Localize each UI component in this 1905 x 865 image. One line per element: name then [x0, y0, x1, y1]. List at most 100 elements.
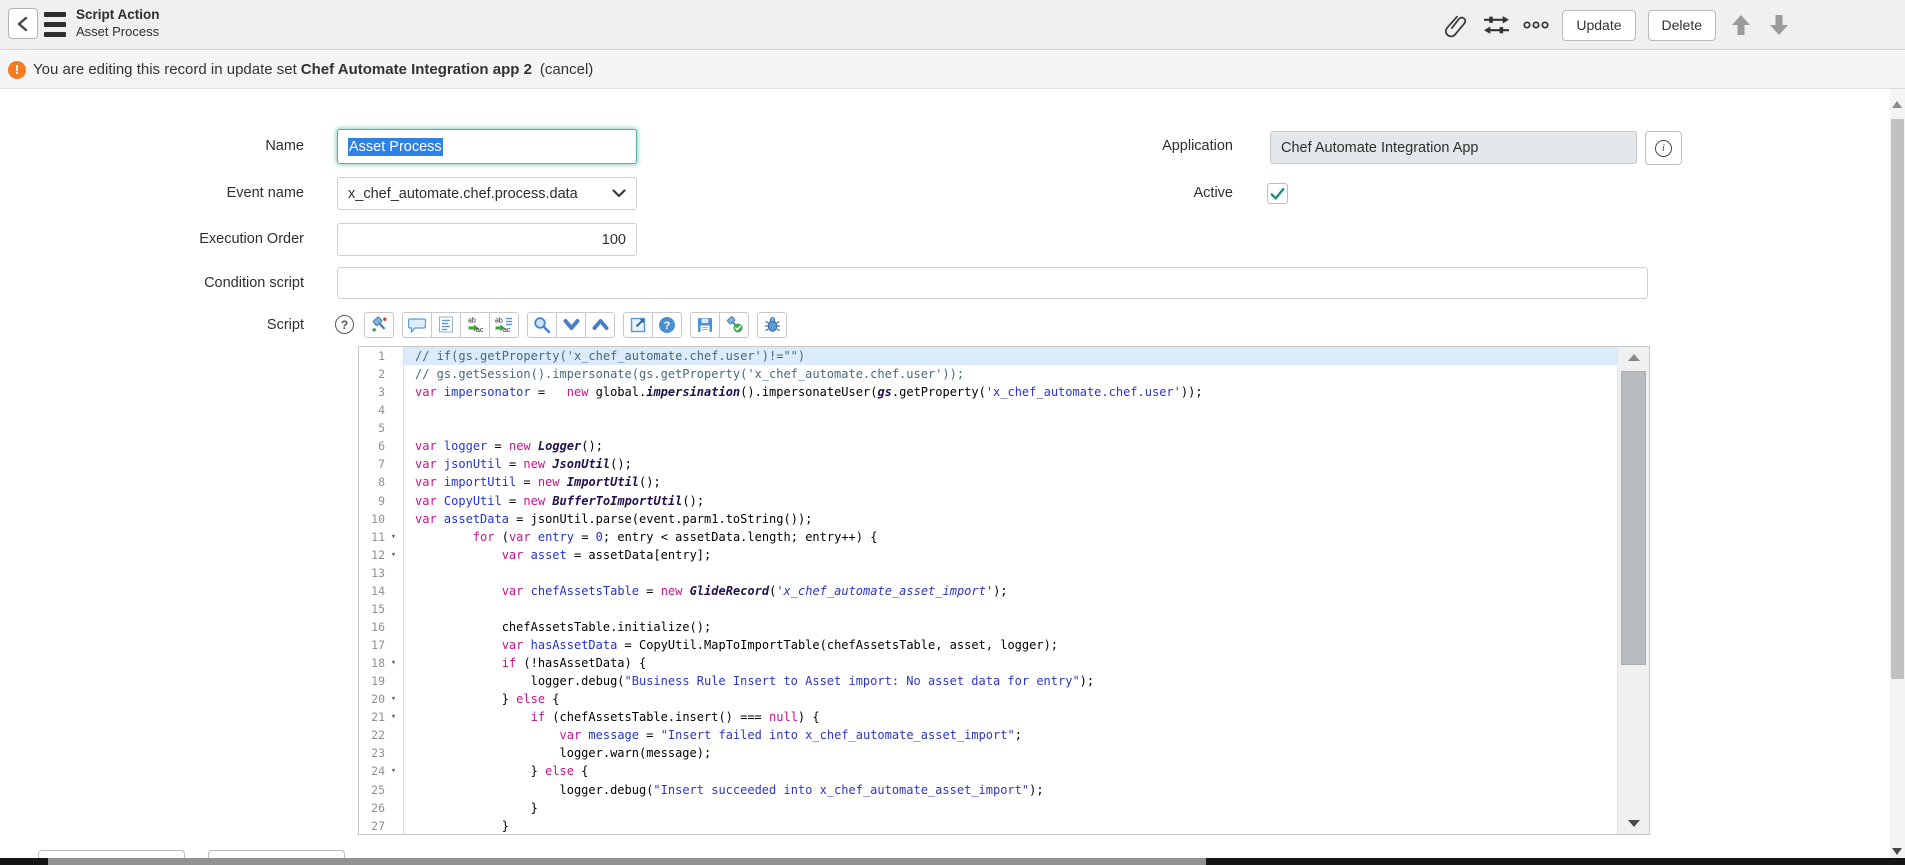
previous-record-button[interactable]: [1728, 9, 1754, 41]
code-line-text[interactable]: } else {: [404, 762, 1649, 780]
editor-scrollbar[interactable]: [1617, 347, 1649, 834]
fold-toggle-icon[interactable]: ▾: [385, 690, 402, 708]
help-icon[interactable]: ?: [335, 315, 354, 334]
code-line-text[interactable]: var jsonUtil = new JsonUtil();: [404, 455, 1649, 473]
code-line[interactable]: 25 logger.debug("Insert succeeded into x…: [359, 781, 1649, 799]
code-line-text[interactable]: var hasAssetData = CopyUtil.MapToImportT…: [404, 636, 1649, 654]
bottom-horizontal-scrollbar[interactable]: [48, 858, 1206, 865]
code-line-text[interactable]: var message = "Insert failed into x_chef…: [404, 726, 1649, 744]
debug-button[interactable]: [757, 312, 787, 338]
find-previous-button[interactable]: [585, 312, 615, 338]
format-code-button[interactable]: [431, 312, 461, 338]
code-line-text[interactable]: chefAssetsTable.initialize();: [404, 618, 1649, 636]
code-line-text[interactable]: // gs.getSession().impersonate(gs.getPro…: [404, 365, 1649, 383]
code-line[interactable]: 3var impersonator = new global.impersina…: [359, 383, 1649, 401]
fold-toggle-icon[interactable]: ▾: [385, 528, 402, 546]
name-input[interactable]: Asset Process: [337, 129, 637, 164]
code-line-text[interactable]: logger.debug("Insert succeeded into x_ch…: [404, 781, 1649, 799]
code-line-text[interactable]: [404, 419, 1649, 437]
page-scroll-up-icon[interactable]: [1892, 101, 1902, 108]
code-line[interactable]: 1// if(gs.getProperty('x_chef_automate.c…: [359, 347, 1649, 365]
save-button[interactable]: [690, 312, 720, 338]
next-record-button[interactable]: [1766, 9, 1792, 41]
attachment-button[interactable]: [1442, 9, 1470, 41]
code-line[interactable]: 5: [359, 419, 1649, 437]
syntax-check-button[interactable]: [719, 312, 749, 338]
pop-out-button[interactable]: [623, 312, 653, 338]
code-line-text[interactable]: [404, 600, 1649, 618]
back-button[interactable]: [8, 8, 38, 39]
code-line-text[interactable]: var impersonator = new global.impersinat…: [404, 383, 1649, 401]
replace-button[interactable]: ab ac: [460, 312, 490, 338]
execution-order-input[interactable]: 100: [337, 223, 637, 256]
event-name-select[interactable]: x_chef_automate.chef.process.data: [337, 177, 637, 210]
code-line-text[interactable]: logger.debug("Business Rule Insert to As…: [404, 672, 1649, 690]
code-line-text[interactable]: [404, 401, 1649, 419]
code-line-text[interactable]: [404, 564, 1649, 582]
search-button[interactable]: [527, 312, 557, 338]
code-line[interactable]: 6var logger = new Logger();: [359, 437, 1649, 455]
code-line-text[interactable]: // if(gs.getProperty('x_chef_automate.ch…: [404, 347, 1649, 365]
code-line-text[interactable]: var chefAssetsTable = new GlideRecord('x…: [404, 582, 1649, 600]
code-line-text[interactable]: var logger = new Logger();: [404, 437, 1649, 455]
page-scroll-down-icon[interactable]: [1892, 848, 1902, 855]
code-line[interactable]: 27 }: [359, 817, 1649, 835]
application-info-button[interactable]: i: [1645, 131, 1682, 165]
code-line[interactable]: 18▾ if (!hasAssetData) {: [359, 654, 1649, 672]
replace-all-button[interactable]: ab ac: [489, 312, 519, 338]
delete-button[interactable]: Delete: [1648, 10, 1716, 41]
editor-scrollbar-thumb[interactable]: [1621, 371, 1646, 665]
code-line-text[interactable]: var assetData = jsonUtil.parse(event.par…: [404, 510, 1649, 528]
script-code-editor[interactable]: 1// if(gs.getProperty('x_chef_automate.c…: [358, 346, 1650, 835]
code-line[interactable]: 14 var chefAssetsTable = new GlideRecord…: [359, 582, 1649, 600]
personalize-form-button[interactable]: [1482, 9, 1510, 41]
active-checkbox[interactable]: [1267, 183, 1288, 204]
fold-toggle-icon[interactable]: ▾: [385, 708, 402, 726]
code-line[interactable]: 4: [359, 401, 1649, 419]
fold-toggle-icon[interactable]: ▾: [385, 654, 402, 672]
code-line[interactable]: 22 var message = "Insert failed into x_c…: [359, 726, 1649, 744]
code-line[interactable]: 21▾ if (chefAssetsTable.insert() === nul…: [359, 708, 1649, 726]
form-context-menu-icon[interactable]: [44, 12, 66, 37]
syntax-editor-button[interactable]: [364, 312, 394, 338]
toggle-comment-button[interactable]: [402, 312, 432, 338]
code-line[interactable]: 10var assetData = jsonUtil.parse(event.p…: [359, 510, 1649, 528]
code-line[interactable]: 23 logger.warn(message);: [359, 744, 1649, 762]
code-line-text[interactable]: }: [404, 799, 1649, 817]
editor-scroll-down-icon[interactable]: [1628, 820, 1640, 827]
code-line[interactable]: 9var CopyUtil = new BufferToImportUtil()…: [359, 492, 1649, 510]
cancel-link[interactable]: (cancel): [540, 61, 593, 78]
find-next-button[interactable]: [556, 312, 586, 338]
code-line[interactable]: 13: [359, 564, 1649, 582]
code-line[interactable]: 12▾ var asset = assetData[entry];: [359, 546, 1649, 564]
code-line[interactable]: 17 var hasAssetData = CopyUtil.MapToImpo…: [359, 636, 1649, 654]
more-options-button[interactable]: [1522, 9, 1550, 41]
page-scrollbar-thumb[interactable]: [1891, 119, 1904, 679]
code-line-text[interactable]: var importUtil = new ImportUtil();: [404, 473, 1649, 491]
fold-toggle-icon[interactable]: ▾: [385, 546, 402, 564]
code-line[interactable]: 20▾ } else {: [359, 690, 1649, 708]
code-line-text[interactable]: for (var entry = 0; entry < assetData.le…: [404, 528, 1649, 546]
code-line[interactable]: 8var importUtil = new ImportUtil();: [359, 473, 1649, 491]
code-line[interactable]: 15: [359, 600, 1649, 618]
code-line[interactable]: 16 chefAssetsTable.initialize();: [359, 618, 1649, 636]
code-line-text[interactable]: if (!hasAssetData) {: [404, 654, 1649, 672]
code-line-text[interactable]: logger.warn(message);: [404, 744, 1649, 762]
condition-script-input[interactable]: [337, 267, 1648, 299]
code-line-text[interactable]: var asset = assetData[entry];: [404, 546, 1649, 564]
editor-scroll-up-icon[interactable]: [1628, 354, 1640, 361]
update-button[interactable]: Update: [1562, 10, 1635, 41]
api-help-button[interactable]: ?: [652, 312, 682, 338]
code-line[interactable]: 7var jsonUtil = new JsonUtil();: [359, 455, 1649, 473]
code-line[interactable]: 19 logger.debug("Business Rule Insert to…: [359, 672, 1649, 690]
code-line[interactable]: 11▾ for (var entry = 0; entry < assetDat…: [359, 528, 1649, 546]
page-scrollbar[interactable]: [1890, 89, 1905, 865]
code-line-text[interactable]: } else {: [404, 690, 1649, 708]
code-line[interactable]: 24▾ } else {: [359, 762, 1649, 780]
fold-toggle-icon[interactable]: ▾: [385, 762, 402, 780]
code-line-text[interactable]: }: [404, 817, 1649, 835]
code-line[interactable]: 2// gs.getSession().impersonate(gs.getPr…: [359, 365, 1649, 383]
code-line-text[interactable]: var CopyUtil = new BufferToImportUtil();: [404, 492, 1649, 510]
code-line-text[interactable]: if (chefAssetsTable.insert() === null) {: [404, 708, 1649, 726]
code-line[interactable]: 26 }: [359, 799, 1649, 817]
